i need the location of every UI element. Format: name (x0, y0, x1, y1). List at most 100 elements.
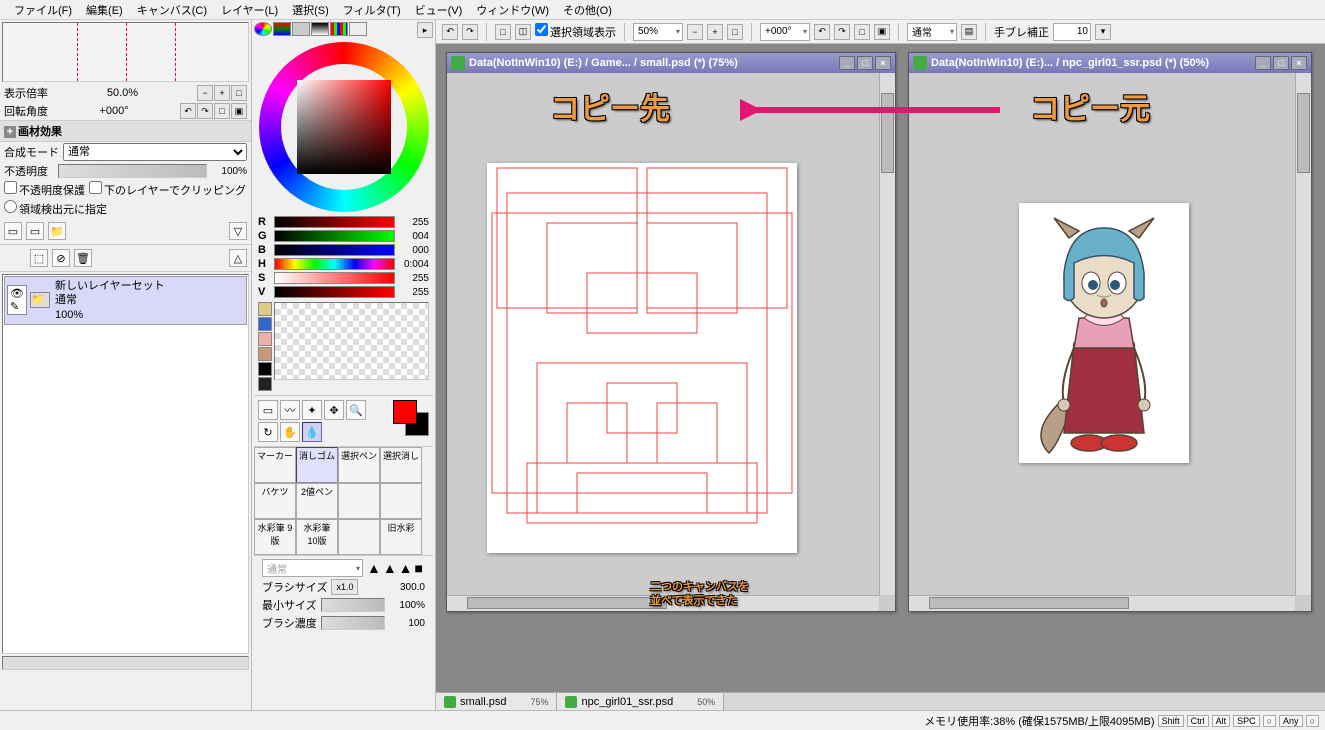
brush-density-slider[interactable] (321, 616, 385, 630)
undo-button[interactable]: ↶ (442, 24, 458, 40)
merge-button[interactable]: ⬚ (30, 249, 48, 267)
menu-window[interactable]: ウィンドウ(W) (470, 0, 555, 20)
doc2-canvas[interactable] (1019, 203, 1189, 463)
brush-eraser[interactable]: 消しゴム (296, 447, 338, 483)
maximize-button[interactable]: □ (857, 56, 873, 70)
stabilize-input[interactable] (1053, 23, 1091, 41)
stabilize-opts-button[interactable]: ▾ (1095, 24, 1111, 40)
brush-binary[interactable]: 2値ペン (296, 483, 338, 519)
wand-tool[interactable]: ✦ (302, 400, 322, 420)
h-slider[interactable] (274, 258, 395, 270)
doc2-titlebar[interactable]: Data(NotInWin10) (E:)... / npc_girl01_ss… (909, 53, 1311, 73)
brush-marker[interactable]: マーカー (254, 447, 296, 483)
maximize-button[interactable]: □ (1273, 56, 1289, 70)
fg-bg-color[interactable] (393, 400, 429, 436)
show-selection-checkbox[interactable]: 選択領域表示 (535, 23, 616, 40)
brush-min-slider[interactable] (321, 598, 385, 612)
invert-button[interactable]: ◫ (515, 24, 531, 40)
opacity-slider[interactable] (58, 164, 207, 178)
zoom-in-button[interactable]: + (214, 85, 230, 101)
clip-below-checkbox[interactable]: 下のレイヤーでクリッピング (89, 181, 246, 198)
zoom-dec-button[interactable]: − (687, 24, 703, 40)
new-layer-button[interactable]: ▭ (4, 222, 22, 240)
color-expand-button[interactable]: ▸ (417, 22, 433, 38)
color-wheel[interactable] (259, 42, 429, 212)
swatch[interactable] (258, 347, 272, 361)
layer-list[interactable]: 👁✎ 📁 新しいレイヤーセット 通常100% (2, 274, 249, 654)
menu-other[interactable]: その他(O) (557, 0, 618, 20)
doc1-vscroll[interactable] (879, 73, 895, 595)
menu-select[interactable]: 選択(S) (286, 0, 335, 20)
brush-tip-icons[interactable]: ▲▲▲■ (367, 560, 425, 576)
v-slider[interactable] (274, 286, 395, 298)
close-button[interactable]: × (1291, 56, 1307, 70)
s-slider[interactable] (274, 272, 395, 284)
doc-tab-2[interactable]: npc_girl01_ssr.psd 50% (557, 693, 724, 711)
menu-filter[interactable]: フィルタ(T) (337, 0, 407, 20)
brush-mode-select[interactable]: 通常 (262, 559, 363, 577)
move-layer-down-button[interactable]: ▽ (229, 222, 247, 240)
swatch-grid[interactable] (274, 302, 429, 380)
brush-selpen[interactable]: 選択ペン (338, 447, 380, 483)
document-window-2[interactable]: Data(NotInWin10) (E:)... / npc_girl01_ss… (908, 52, 1312, 612)
close-button[interactable]: × (875, 56, 891, 70)
layer-hscroll[interactable] (2, 656, 249, 670)
brush-oldwater[interactable]: 旧水彩 (380, 519, 422, 555)
rotate-right-button[interactable]: ↷ (197, 103, 213, 119)
color-swatch-tab[interactable] (349, 22, 367, 36)
swatch[interactable] (258, 362, 272, 376)
color-palette-tab[interactable] (330, 22, 348, 36)
rot-dec-button[interactable]: ↶ (814, 24, 830, 40)
zoom-inc-button[interactable]: + (707, 24, 723, 40)
rotate-reset-button[interactable]: □ (214, 103, 230, 119)
new-folder-button[interactable]: 📁 (48, 222, 66, 240)
menu-view[interactable]: ビュー(V) (409, 0, 469, 20)
layer-visibility-toggle[interactable]: 👁✎ (7, 285, 27, 315)
zoom-combo[interactable]: 50% (633, 23, 683, 41)
layer-item[interactable]: 👁✎ 📁 新しいレイヤーセット 通常100% (4, 276, 247, 325)
minimize-button[interactable]: _ (839, 56, 855, 70)
lasso-tool[interactable]: 〰 (280, 400, 300, 420)
color-wheel-tab[interactable] (254, 22, 272, 36)
brush-selerase[interactable]: 選択消し (380, 447, 422, 483)
color-rgb-tab[interactable] (273, 22, 291, 36)
color-gray-tab[interactable] (311, 22, 329, 36)
doc-tab-1[interactable]: small.psd 75% (436, 693, 557, 711)
b-slider[interactable] (274, 244, 395, 256)
r-slider[interactable] (274, 216, 395, 228)
new-layer2-button[interactable]: ▭ (26, 222, 44, 240)
flip-button[interactable]: ▣ (231, 103, 247, 119)
brush-empty1[interactable] (338, 483, 380, 519)
swatch[interactable] (258, 302, 272, 316)
move-tool[interactable]: ✥ (324, 400, 344, 420)
blend-opts-button[interactable]: ▤ (961, 24, 977, 40)
rotate-left-button[interactable]: ↶ (180, 103, 196, 119)
minimize-button[interactable]: _ (1255, 56, 1271, 70)
rot-inc-button[interactable]: ↷ (834, 24, 850, 40)
redo-button[interactable]: ↷ (462, 24, 478, 40)
g-slider[interactable] (274, 230, 395, 242)
select-source-radio[interactable]: 領域検出元に指定 (4, 200, 107, 217)
doc1-canvas[interactable] (487, 163, 797, 553)
rect-select-tool[interactable]: ▭ (258, 400, 278, 420)
blend-mode-select[interactable]: 通常 (63, 143, 247, 161)
zoom-out-button[interactable]: − (197, 85, 213, 101)
menu-edit[interactable]: 編集(E) (80, 0, 129, 20)
brush-water9[interactable]: 水彩筆 9版 (254, 519, 296, 555)
menu-layer[interactable]: レイヤー(L) (215, 0, 284, 20)
move-layer-up-button[interactable]: △ (229, 249, 247, 267)
menu-canvas[interactable]: キャンバス(C) (131, 0, 213, 20)
doc2-hscroll[interactable] (909, 595, 1295, 611)
zoom-reset-button[interactable]: □ (231, 85, 247, 101)
doc2-vscroll[interactable] (1295, 73, 1311, 595)
rotation-combo[interactable]: +000° (760, 23, 810, 41)
protect-alpha-checkbox[interactable]: 不透明度保護 (4, 181, 85, 198)
color-hsv-tab[interactable] (292, 22, 310, 36)
clear-button[interactable]: ⊘ (52, 249, 70, 267)
swatch[interactable] (258, 377, 272, 391)
hand-tool[interactable]: ✋ (280, 422, 300, 442)
doc1-titlebar[interactable]: Data(NotInWin10) (E:) / Game... / small.… (447, 53, 895, 73)
foreground-color[interactable] (393, 400, 417, 424)
zoom-fit-button[interactable]: □ (727, 24, 743, 40)
brush-empty3[interactable] (338, 519, 380, 555)
